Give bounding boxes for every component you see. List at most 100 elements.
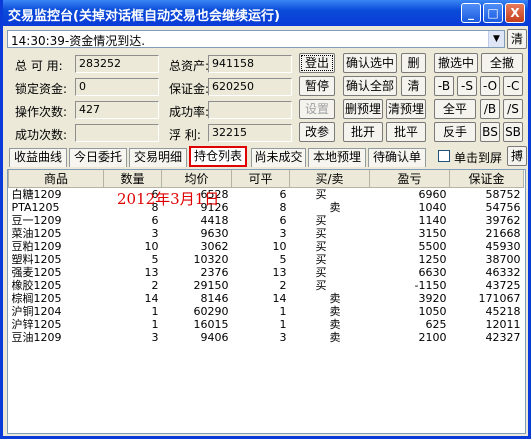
tab-unfilled[interactable]: 尚未成交 bbox=[251, 148, 306, 167]
table-cell: 1 bbox=[279, 318, 287, 331]
clear-status-button[interactable]: 清 bbox=[507, 29, 527, 49]
table-row[interactable]: 菜油1205 3 9630 3 买 3150 21668 bbox=[9, 227, 524, 240]
table-cell: 卖 bbox=[329, 318, 341, 331]
confirm-selected-button[interactable]: 确认选中 bbox=[343, 53, 397, 73]
table-cell: 3062 bbox=[200, 240, 229, 253]
column-header[interactable]: 商品 bbox=[8, 170, 104, 188]
operations-count-label: 操作次数: bbox=[15, 105, 68, 119]
minus-o-button[interactable]: -O bbox=[480, 76, 500, 96]
change-params-button[interactable]: 改参 bbox=[299, 122, 335, 142]
column-header[interactable]: 均价 bbox=[161, 170, 232, 188]
table-row[interactable]: 豆粕1209 10 3062 10 买 5500 45930 bbox=[9, 240, 524, 253]
table-cell: 4418 bbox=[200, 214, 229, 227]
table-cell: 白糖1209 bbox=[11, 188, 62, 201]
table-cell: 14 bbox=[144, 292, 159, 305]
table-cell: 1250 bbox=[418, 253, 447, 266]
table-cell: 卖 bbox=[329, 201, 341, 214]
table-cell: 买 bbox=[315, 279, 327, 292]
table-row[interactable]: 棕榈1205 14 8146 14 卖 3920 171067 bbox=[9, 292, 524, 305]
table-row[interactable]: 白糖1209 6 6528 6 买 6960 58752 bbox=[9, 188, 524, 202]
column-header[interactable]: 保证金 bbox=[449, 170, 524, 188]
tab-trade-details[interactable]: 交易明细 bbox=[129, 148, 187, 167]
table-row[interactable]: 橡胶1205 2 29150 2 买 -1150 43725 bbox=[9, 279, 524, 292]
table-cell: 2 bbox=[151, 279, 159, 292]
positions-table[interactable]: 商品 数量 均价 可平 买/卖 盈亏 保证金 白糖1209 6 6528 6 买 6960… bbox=[7, 169, 526, 434]
minus-b-button[interactable]: -B bbox=[434, 76, 454, 96]
close-button[interactable]: X bbox=[505, 3, 525, 23]
reverse-button[interactable]: 反手 bbox=[434, 122, 476, 142]
delete-button[interactable]: 删 bbox=[401, 53, 426, 73]
column-header[interactable]: 数量 bbox=[103, 170, 162, 188]
tab-local-preorders[interactable]: 本地预埋 bbox=[308, 148, 366, 167]
column-header[interactable]: 可平 bbox=[231, 170, 290, 188]
table-cell: 29150 bbox=[193, 279, 229, 292]
table-row[interactable]: 沪铜1204 1 60290 1 卖 1050 45218 bbox=[9, 305, 524, 318]
table-row[interactable]: 豆油1209 3 9406 3 卖 2100 42327 bbox=[9, 331, 524, 344]
total-assets-label: 总资产: bbox=[169, 59, 210, 73]
table-row[interactable]: 塑料1205 5 10320 5 买 1250 38700 bbox=[9, 253, 524, 266]
pause-button[interactable]: 暂停 bbox=[299, 76, 335, 96]
bs-button[interactable]: BS bbox=[480, 122, 500, 142]
minus-c-button[interactable]: -C bbox=[503, 76, 523, 96]
table-cell: 10320 bbox=[193, 253, 229, 266]
table-cell: 6 bbox=[279, 188, 287, 201]
table-cell: 买 bbox=[315, 266, 327, 279]
title-bar[interactable]: 交易监控台(关掉对话框自动交易也会继续运行) _ □ X bbox=[3, 0, 528, 26]
minus-s-button[interactable]: -S bbox=[457, 76, 477, 96]
table-cell: 3 bbox=[279, 331, 287, 344]
table-cell: 买 bbox=[315, 214, 327, 227]
minimize-button[interactable]: _ bbox=[461, 3, 481, 23]
settings-button[interactable]: 设置 bbox=[299, 99, 335, 119]
table-cell: 豆油1209 bbox=[11, 331, 62, 344]
table-cell: 1 bbox=[151, 305, 159, 318]
table-cell: 5 bbox=[279, 253, 287, 266]
delete-preorder-button[interactable]: 删预埋 bbox=[343, 99, 383, 119]
column-header[interactable]: 买/卖 bbox=[289, 170, 370, 188]
table-cell: 棕榈1205 bbox=[11, 292, 62, 305]
tab-positions[interactable]: 持仓列表 bbox=[189, 146, 247, 167]
table-cell: 2 bbox=[279, 279, 287, 292]
table-cell: 6630 bbox=[418, 266, 447, 279]
withdraw-selected-button[interactable]: 撤选中 bbox=[434, 53, 478, 73]
tab-today-orders[interactable]: 今日委托 bbox=[69, 148, 127, 167]
table-cell: 45218 bbox=[485, 305, 521, 318]
table-cell: 1140 bbox=[418, 214, 447, 227]
slash-s-button[interactable]: /S bbox=[503, 99, 523, 119]
table-cell: 沪铜1204 bbox=[11, 305, 62, 318]
logout-button[interactable]: 登出 bbox=[299, 53, 335, 73]
table-cell: 58752 bbox=[485, 188, 521, 201]
table-cell: 12011 bbox=[485, 318, 521, 331]
table-cell: 卖 bbox=[329, 292, 341, 305]
close-all-button[interactable]: 全平 bbox=[434, 99, 476, 119]
table-cell: 16015 bbox=[193, 318, 229, 331]
table-row[interactable]: 豆一1209 6 4418 6 买 1140 39762 bbox=[9, 214, 524, 227]
clear-preorder-button[interactable]: 清预埋 bbox=[386, 99, 426, 119]
table-row[interactable]: 沪锌1205 1 16015 1 卖 625 12011 bbox=[9, 318, 524, 331]
table-cell: 沪锌1205 bbox=[11, 318, 62, 331]
status-message: 14:30:39-资金情况到达. bbox=[11, 34, 146, 48]
batch-close-button[interactable]: 批平 bbox=[386, 122, 426, 142]
success-count-label: 成功次数: bbox=[15, 128, 68, 142]
pin-to-front-checkbox[interactable] bbox=[438, 150, 450, 162]
withdraw-all-button[interactable]: 全撤 bbox=[481, 53, 523, 73]
slash-b-button[interactable]: /B bbox=[480, 99, 500, 119]
table-cell: 6960 bbox=[418, 188, 447, 201]
tab-pending-confirm[interactable]: 待确认单 bbox=[368, 148, 426, 167]
sb-button[interactable]: SB bbox=[503, 122, 523, 142]
batch-open-button[interactable]: 批开 bbox=[343, 122, 383, 142]
status-log-dropdown[interactable]: 14:30:39-资金情况到达. ▼ bbox=[7, 30, 505, 48]
table-cell: 9630 bbox=[200, 227, 229, 240]
maximize-button[interactable]: □ bbox=[483, 3, 503, 23]
chevron-down-icon[interactable]: ▼ bbox=[488, 31, 504, 47]
table-cell: 39762 bbox=[485, 214, 521, 227]
clear-button[interactable]: 清 bbox=[401, 76, 426, 96]
table-cell: 买 bbox=[315, 240, 327, 253]
confirm-all-button[interactable]: 确认全部 bbox=[343, 76, 397, 96]
table-cell: 38700 bbox=[485, 253, 521, 266]
tab-profit-curve[interactable]: 收益曲线 bbox=[9, 148, 67, 167]
column-header[interactable]: 盈亏 bbox=[369, 170, 450, 188]
table-row[interactable]: 强麦1205 13 2376 13 买 6630 46332 bbox=[9, 266, 524, 279]
available-label: 总 可 用: bbox=[15, 59, 63, 73]
pin-button[interactable]: 搏 bbox=[507, 146, 527, 166]
table-row[interactable]: PTA1205 8 9126 8 卖 1040 54756 bbox=[9, 201, 524, 214]
